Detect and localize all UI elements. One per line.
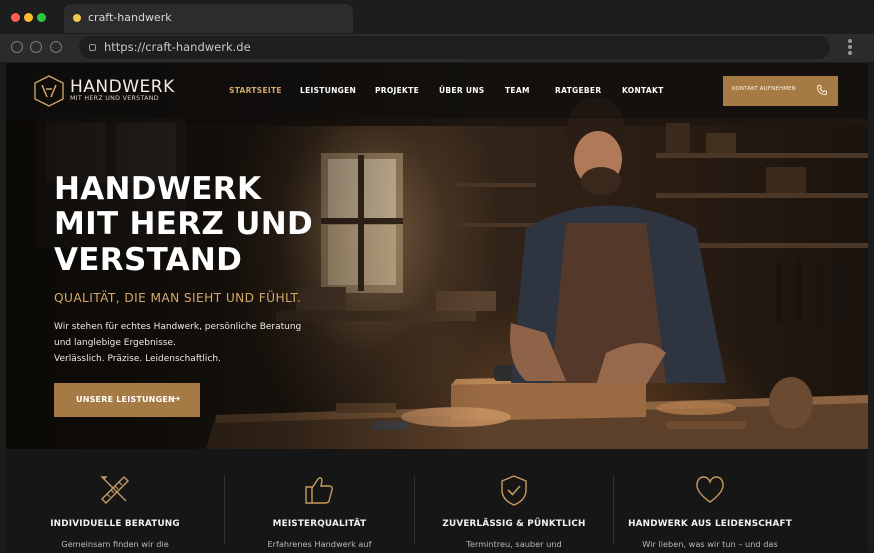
logo-icon[interactable] [34, 75, 64, 107]
feature-text: Erfahrenes Handwerk auf [267, 539, 372, 549]
favicon-icon [73, 14, 81, 22]
shield-check-icon [501, 475, 527, 506]
logo-title[interactable]: HANDWERK [70, 77, 175, 97]
heart-icon [696, 476, 724, 503]
hero-tagline: QUALITÄT, DIE MAN SIEHT UND FÜHLT. [54, 291, 302, 305]
nav-item-team[interactable]: TEAM [505, 86, 530, 95]
browser-tab[interactable]: craft-handwerk [64, 4, 353, 33]
feature-title: HANDWERK AUS LEIDENSCHAFT [628, 519, 792, 529]
address-bar: https://craft-handwerk.de [0, 34, 874, 62]
nav-item-ratgeber[interactable]: RATGEBER [555, 86, 601, 95]
web-page: HANDWERK MIT HERZ UND VERSTAND STARTSEIT… [6, 63, 868, 553]
feature-handwerk-aus-leidenschaft: HANDWERK AUS LEIDENSCHAFT Wir lieben, wa… [614, 449, 806, 553]
hero-description-line-1: Wir stehen für echtes Handwerk, persönli… [54, 322, 302, 332]
services-button-label: UNSERE LEISTUNGEN [76, 395, 175, 404]
reload-button[interactable] [50, 41, 62, 53]
services-button[interactable]: UNSERE LEISTUNGEN → [54, 383, 200, 417]
nav-item-kontakt[interactable]: KONTAKT [622, 86, 664, 95]
feature-text: Wir lieben, was wir tun – und das [642, 539, 778, 549]
feature-individuelle-beratung: INDIVIDUELLE BERATUNG Gemeinsam finden w… [6, 449, 224, 553]
contact-cta-label: KONTAKT AUFNEHMEN [732, 86, 796, 92]
site-header: HANDWERK MIT HERZ UND VERSTAND STARTSEIT… [6, 63, 868, 119]
hero-headline-line-2: MIT HERZ UND [54, 206, 314, 242]
feature-meisterqualitaet: MEISTERQUALITÄT Erfahrenes Handwerk auf [225, 449, 414, 553]
browser-window: craft-handwerk https://craft-handwerk.de [0, 0, 874, 553]
url-field[interactable]: https://craft-handwerk.de [79, 36, 830, 59]
hero-headline-line-1: HANDWERK [54, 171, 262, 207]
nav-item-leistungen[interactable]: LEISTUNGEN [300, 86, 356, 95]
page-info-icon [89, 44, 96, 51]
minimize-window-button[interactable] [24, 13, 33, 22]
feature-text: Gemeinsam finden wir die [61, 539, 169, 549]
hero-headline-line-3: VERSTAND [54, 242, 243, 278]
maximize-window-button[interactable] [37, 13, 46, 22]
tab-bar: craft-handwerk [0, 0, 874, 34]
hero-description-line-3: Verlässlich. Präzise. Leidenschaftlich. [54, 354, 221, 364]
tab-title: craft-handwerk [88, 11, 172, 24]
nav-item-startseite[interactable]: STARTSEITE [229, 86, 282, 95]
feature-text: Termintreu, sauber und [466, 539, 562, 549]
contact-cta-button[interactable]: KONTAKT AUFNEHMEN [723, 76, 838, 106]
hero-section: HANDWERK MIT HERZ UND VERSTAND STARTSEIT… [6, 63, 868, 449]
forward-button[interactable] [30, 41, 42, 53]
url-text: https://craft-handwerk.de [104, 40, 251, 54]
feature-title: ZUVERLÄSSIG & PÜNKTLICH [442, 519, 586, 529]
browser-menu-icon[interactable] [846, 39, 854, 57]
thumbs-up-icon [305, 477, 333, 504]
ruler-pencil-icon [100, 476, 129, 504]
back-button[interactable] [11, 41, 23, 53]
feature-title: INDIVIDUELLE BERATUNG [50, 519, 180, 529]
logo-subtitle: MIT HERZ UND VERSTAND [70, 95, 159, 102]
phone-icon [817, 85, 827, 95]
hero-description-line-2: und langlebige Ergebnisse. [54, 338, 176, 348]
nav-item-ueber-uns[interactable]: ÜBER UNS [439, 86, 485, 95]
features-section: INDIVIDUELLE BERATUNG Gemeinsam finden w… [6, 449, 868, 553]
arrow-right-icon: → [171, 392, 181, 405]
nav-item-projekte[interactable]: PROJEKTE [375, 86, 419, 95]
close-window-button[interactable] [11, 13, 20, 22]
feature-title: MEISTERQUALITÄT [272, 519, 367, 529]
feature-zuverlaessig-puenktlich: ZUVERLÄSSIG & PÜNKTLICH Termintreu, saub… [415, 449, 613, 553]
